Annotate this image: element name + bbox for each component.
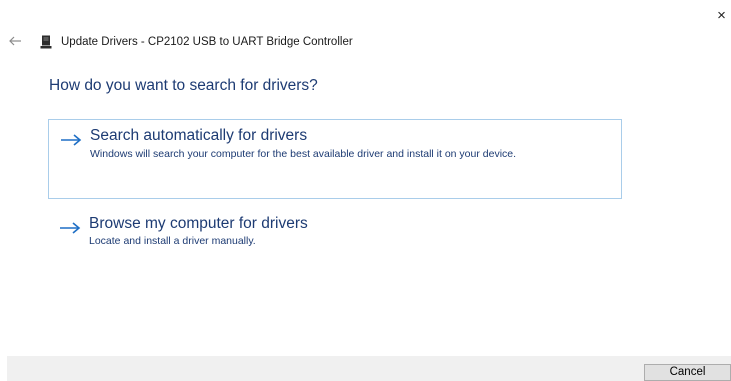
back-button[interactable]	[7, 33, 25, 49]
option-description: Windows will search your computer for th…	[90, 148, 517, 160]
option-title: Search automatically for drivers	[90, 127, 308, 144]
arrow-right-icon	[60, 222, 81, 234]
cancel-button[interactable]: Cancel	[644, 364, 731, 381]
search-automatically-option[interactable]: Search automatically for drivers Windows…	[48, 119, 622, 199]
close-button[interactable]: ×	[712, 6, 731, 26]
dialog-footer	[7, 356, 731, 381]
option-title: Browse my computer for drivers	[89, 215, 308, 232]
option-description: Locate and install a driver manually.	[89, 235, 256, 247]
window-title-bar: Update Drivers - CP2102 USB to UART Brid…	[40, 34, 353, 50]
page-heading: How do you want to search for drivers?	[49, 77, 318, 94]
usb-device-icon	[40, 35, 52, 49]
back-arrow-icon	[9, 36, 21, 46]
update-drivers-dialog: × Update Drivers - CP2102 USB to UART Br…	[0, 0, 731, 381]
arrow-right-icon	[61, 134, 82, 146]
window-title: Update Drivers - CP2102 USB to UART Brid…	[61, 36, 353, 48]
close-icon: ×	[717, 7, 726, 24]
browse-computer-option[interactable]: Browse my computer for drivers Locate an…	[48, 211, 622, 261]
